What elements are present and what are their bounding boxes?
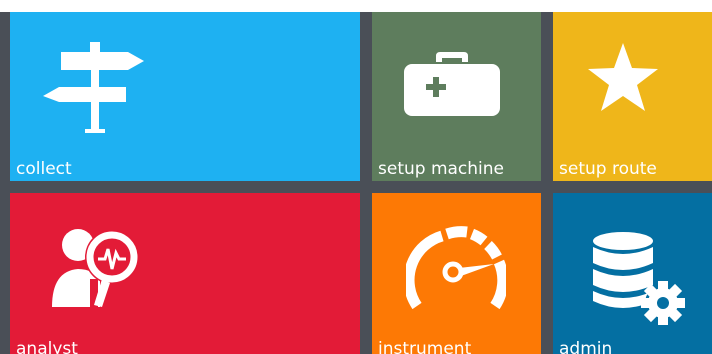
admin-label: admin: [559, 339, 613, 354]
tile-grid: collect setup machine setup route analys…: [0, 0, 712, 354]
setup-machine-label: setup machine: [378, 159, 505, 179]
setup-route-tile[interactable]: setup route: [553, 12, 712, 181]
analyst-label: analyst: [16, 339, 78, 354]
instrument-tile[interactable]: instrument: [372, 193, 541, 354]
collect-label: collect: [16, 159, 72, 179]
signpost-icon: [43, 42, 144, 133]
analyst-magnifier-icon: [52, 229, 139, 309]
medical-kit-icon: [404, 52, 500, 116]
setup-route-label: setup route: [559, 159, 657, 179]
top-strip: [0, 0, 712, 12]
collect-tile[interactable]: collect: [10, 12, 360, 181]
star-icon: [588, 43, 658, 111]
instrument-label: instrument: [378, 339, 472, 354]
setup-machine-tile[interactable]: setup machine: [372, 12, 541, 181]
analyst-tile[interactable]: analyst: [10, 193, 360, 354]
database-gear-icon: [593, 232, 685, 325]
gauge-icon: [406, 226, 506, 310]
admin-tile[interactable]: admin: [553, 193, 712, 354]
